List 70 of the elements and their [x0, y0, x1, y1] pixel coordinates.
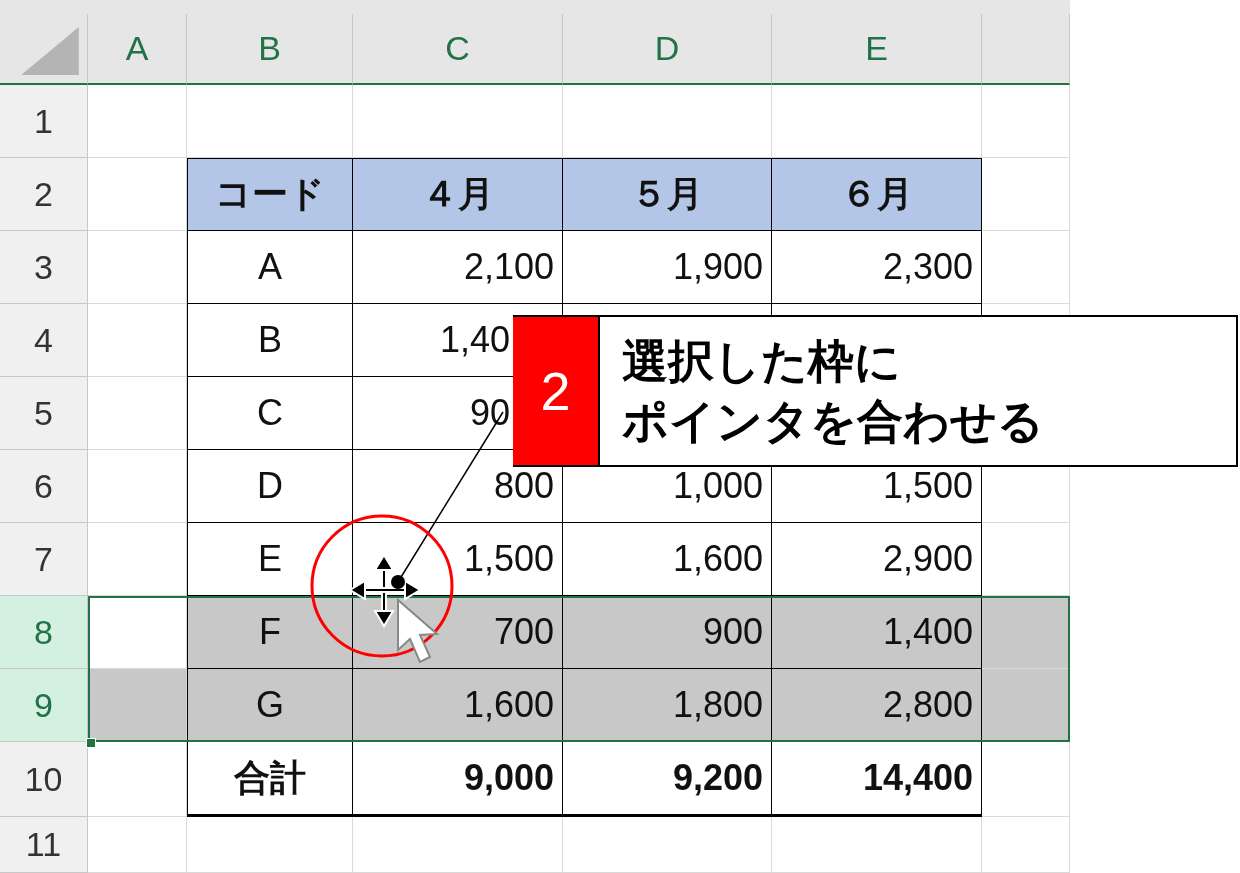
grid-cell[interactable]	[88, 523, 187, 596]
grid-cell[interactable]	[982, 669, 1070, 742]
column-header[interactable]	[982, 14, 1070, 85]
table-header-cell[interactable]: コード	[187, 158, 353, 231]
select-all-button[interactable]	[0, 14, 88, 85]
table-cell[interactable]: 1,400	[772, 596, 982, 669]
table-cell[interactable]: G	[187, 669, 353, 742]
column-header[interactable]: C	[353, 14, 563, 85]
row-header[interactable]: 5	[0, 377, 88, 450]
grid-cell[interactable]	[982, 231, 1070, 304]
row-header[interactable]: 9	[0, 669, 88, 742]
table-cell[interactable]: D	[187, 450, 353, 523]
table-cell[interactable]: 1,600	[563, 523, 772, 596]
grid-cell[interactable]	[563, 817, 772, 873]
table-header-cell[interactable]: ４月	[353, 158, 563, 231]
table-cell[interactable]: A	[187, 231, 353, 304]
grid-cell[interactable]	[88, 85, 187, 158]
table-cell[interactable]: 1,800	[563, 669, 772, 742]
total-cell[interactable]: 9,000	[353, 742, 563, 817]
table-cell[interactable]: 2,300	[772, 231, 982, 304]
table-cell[interactable]: F	[187, 596, 353, 669]
grid-cell[interactable]	[982, 817, 1070, 873]
row-header[interactable]: 8	[0, 596, 88, 669]
column-header[interactable]: D	[563, 14, 772, 85]
table-header-cell[interactable]: ６月	[772, 158, 982, 231]
row-header[interactable]: 4	[0, 304, 88, 377]
fill-handle[interactable]	[86, 738, 96, 748]
table-cell[interactable]: 2,800	[772, 669, 982, 742]
grid-cell[interactable]	[88, 817, 187, 873]
total-cell[interactable]: 9,200	[563, 742, 772, 817]
row-header[interactable]: 11	[0, 817, 88, 873]
grid-cell[interactable]	[353, 817, 563, 873]
table-cell[interactable]: 900	[563, 596, 772, 669]
total-cell[interactable]: 合計	[187, 742, 353, 817]
grid-cell[interactable]	[982, 85, 1070, 158]
table-cell[interactable]: 2,100	[353, 231, 563, 304]
column-header[interactable]: A	[88, 14, 187, 85]
grid-cell[interactable]	[88, 450, 187, 523]
callout-text: 選択した枠に	[622, 334, 901, 389]
row-header[interactable]: 3	[0, 231, 88, 304]
grid-cell[interactable]	[88, 377, 187, 450]
grid-cell[interactable]	[982, 158, 1070, 231]
step-number-badge: 2	[513, 317, 598, 465]
row-header[interactable]: 7	[0, 523, 88, 596]
pointer-arrow-icon	[397, 597, 440, 664]
grid-cell[interactable]	[88, 231, 187, 304]
grid-cell[interactable]	[982, 523, 1070, 596]
row-header[interactable]: 6	[0, 450, 88, 523]
table-cell[interactable]: E	[187, 523, 353, 596]
table-cell[interactable]: 1,600	[353, 669, 563, 742]
callout-text: ポインタを合わせる	[622, 394, 1044, 449]
grid-cell[interactable]	[772, 817, 982, 873]
table-cell[interactable]: B	[187, 304, 353, 377]
row-header[interactable]: 10	[0, 742, 88, 817]
grid-cell[interactable]	[982, 596, 1070, 669]
table-header-cell[interactable]: ５月	[563, 158, 772, 231]
row-header[interactable]: 1	[0, 85, 88, 158]
total-cell[interactable]: 14,400	[772, 742, 982, 817]
table-cell[interactable]: C	[187, 377, 353, 450]
grid-cell[interactable]	[982, 742, 1070, 817]
active-cell[interactable]	[88, 596, 187, 669]
column-header[interactable]: E	[772, 14, 982, 85]
table-cell[interactable]: 2,900	[772, 523, 982, 596]
triangle-icon	[21, 27, 79, 75]
table-cell[interactable]: 1,900	[563, 231, 772, 304]
row-header[interactable]: 2	[0, 158, 88, 231]
grid-cell[interactable]	[187, 817, 353, 873]
grid-cell[interactable]	[88, 304, 187, 377]
grid-cell[interactable]	[88, 669, 187, 742]
column-header[interactable]: B	[187, 14, 353, 85]
